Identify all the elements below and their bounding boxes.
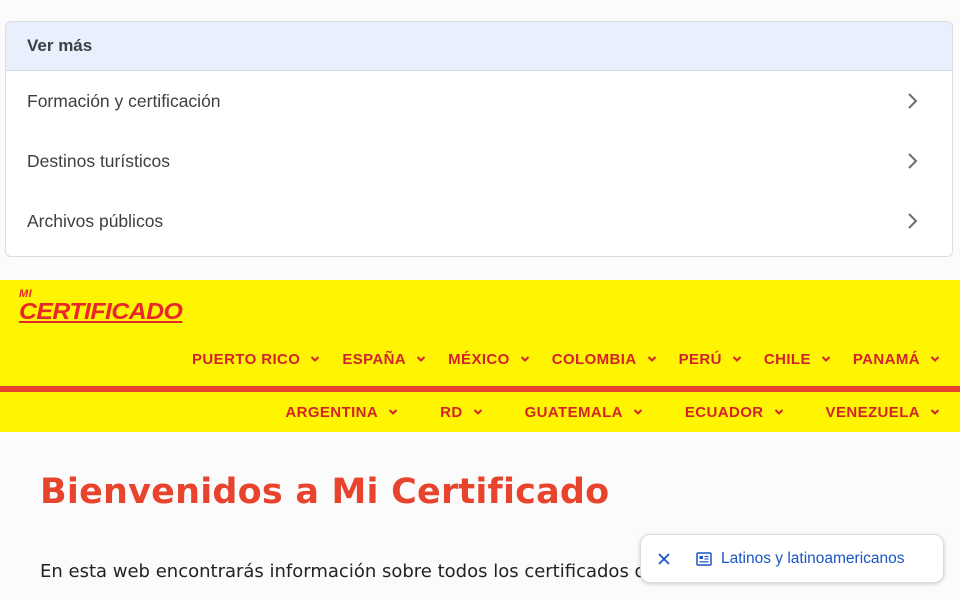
more-card-header: Ver más bbox=[6, 22, 952, 71]
nav-item-label: ECUADOR bbox=[684, 403, 764, 421]
nav-item-venezuela[interactable]: VENEZUELA bbox=[826, 404, 940, 421]
logo-main-text: CERTIFICADO bbox=[19, 298, 183, 324]
chevron-down-icon bbox=[930, 407, 940, 417]
nav-item-label: ESPAÑA bbox=[342, 350, 407, 368]
more-item-label: Archivos públicos bbox=[27, 210, 164, 231]
site-header: MI CERTIFICADO PUERTO RICO ESPAÑA MÉXICO CO… bbox=[0, 280, 960, 432]
chevron-down-icon bbox=[821, 354, 831, 364]
chevron-down-icon bbox=[732, 354, 742, 364]
chevron-down-icon bbox=[388, 407, 398, 417]
chevron-down-icon bbox=[930, 354, 940, 364]
nav-item-label: ARGENTINA bbox=[285, 403, 379, 421]
more-card: Ver más Formación y certificación Destin… bbox=[5, 21, 953, 257]
nav-item-españa[interactable]: ESPAÑA bbox=[342, 351, 426, 368]
nav-item-argentina[interactable]: ARGENTINA bbox=[285, 404, 398, 421]
chevron-right-icon bbox=[902, 150, 924, 172]
chevron-down-icon bbox=[647, 354, 657, 364]
nav-item-panamá[interactable]: PANAMÁ bbox=[853, 351, 940, 368]
page-title: Bienvenidos a Mi Certificado bbox=[40, 472, 610, 512]
chevron-down-icon bbox=[416, 354, 426, 364]
nav-item-méxico[interactable]: MÉXICO bbox=[448, 351, 530, 368]
chevron-down-icon bbox=[310, 354, 320, 364]
nav-row-primary: PUERTO RICO ESPAÑA MÉXICO COLOMBIA PERÚ CHILE… bbox=[170, 348, 940, 370]
nav-item-puerto-rico[interactable]: PUERTO RICO bbox=[192, 351, 320, 368]
nav-item-rd[interactable]: RD bbox=[440, 404, 482, 421]
nav-item-label: MÉXICO bbox=[448, 350, 510, 368]
chevron-down-icon bbox=[633, 407, 643, 417]
nav-item-label: GUATEMALA bbox=[524, 403, 623, 421]
nav-item-ecuador[interactable]: ECUADOR bbox=[685, 404, 784, 421]
chevron-down-icon bbox=[774, 407, 784, 417]
news-icon bbox=[695, 550, 713, 568]
topic-chip[interactable]: Latinos y latinoamericanos bbox=[640, 534, 944, 583]
close-icon[interactable] bbox=[654, 549, 674, 569]
chevron-down-icon bbox=[520, 354, 530, 364]
nav-item-label: COLOMBIA bbox=[551, 350, 637, 368]
chevron-right-icon bbox=[902, 90, 924, 112]
nav-item-label: VENEZUELA bbox=[825, 403, 920, 421]
more-item-formacion[interactable]: Formación y certificación bbox=[6, 71, 952, 131]
nav-item-chile[interactable]: CHILE bbox=[764, 351, 831, 368]
chip-label: Latinos y latinoamericanos bbox=[721, 549, 905, 567]
more-item-label: Destinos turísticos bbox=[27, 150, 170, 171]
page: Ver más Formación y certificación Destin… bbox=[0, 0, 960, 600]
chevron-right-icon bbox=[902, 210, 924, 232]
more-item-label: Formación y certificación bbox=[27, 90, 221, 111]
nav-item-colombia[interactable]: COLOMBIA bbox=[552, 351, 657, 368]
nav-item-perú[interactable]: PERÚ bbox=[679, 351, 742, 368]
nav-row-secondary: ARGENTINA RD GUATEMALA ECUADOR VENEZUELA bbox=[243, 401, 940, 423]
nav-item-label: PANAMÁ bbox=[852, 350, 920, 368]
nav-item-label: CHILE bbox=[763, 350, 811, 368]
chevron-down-icon bbox=[473, 407, 483, 417]
more-item-archivos[interactable]: Archivos públicos bbox=[6, 191, 952, 251]
nav-item-label: PERÚ bbox=[678, 350, 722, 368]
nav-divider bbox=[0, 386, 960, 392]
nav-item-label: PUERTO RICO bbox=[192, 350, 301, 368]
nav-item-label: RD bbox=[440, 403, 463, 421]
nav-item-guatemala[interactable]: GUATEMALA bbox=[525, 404, 643, 421]
site-logo[interactable]: MI CERTIFICADO bbox=[19, 289, 183, 325]
more-item-destinos[interactable]: Destinos turísticos bbox=[6, 131, 952, 191]
